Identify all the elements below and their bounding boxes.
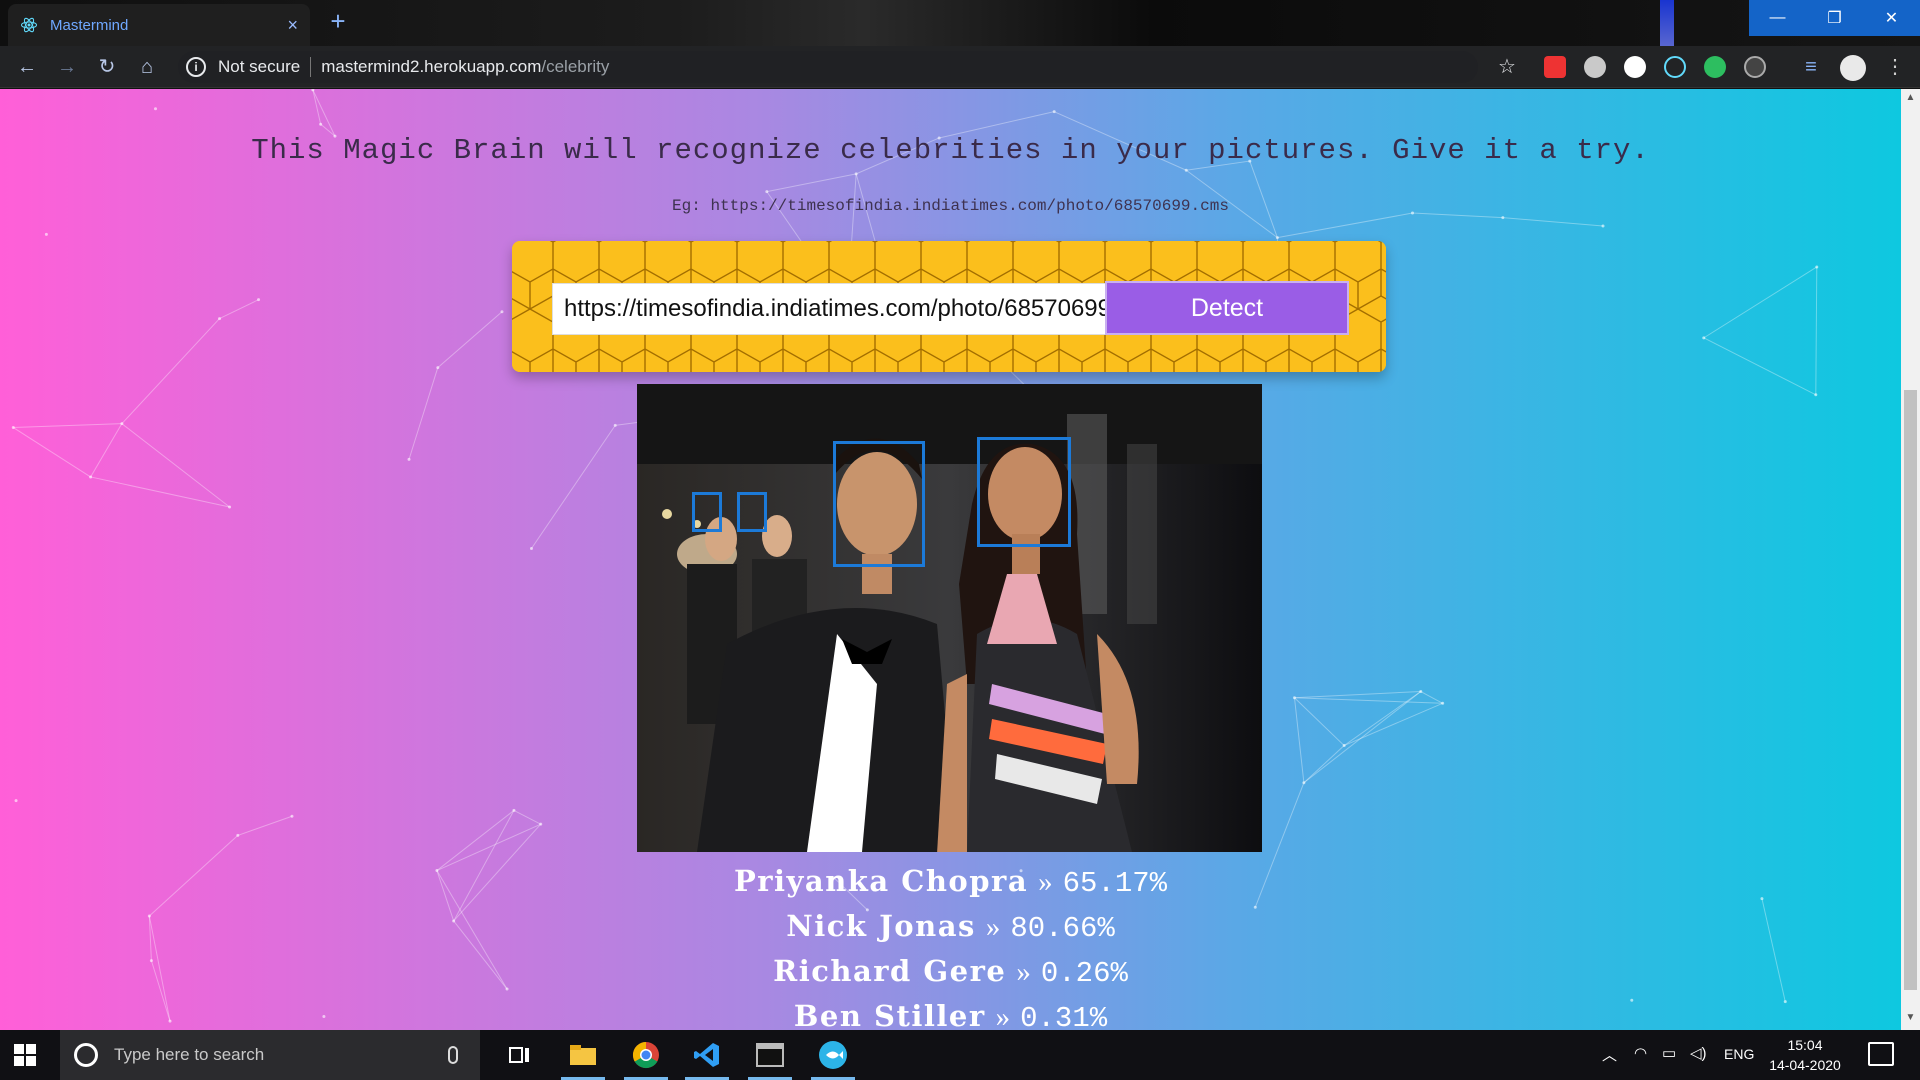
face-box-ben-stiller	[737, 492, 767, 532]
forward-arrow-icon[interactable]: →	[54, 54, 80, 80]
terminal-icon[interactable]	[744, 1030, 796, 1080]
home-icon[interactable]: ⌂	[134, 54, 160, 80]
security-label: Not secure	[218, 57, 301, 76]
pocket-extension-icon[interactable]	[1544, 56, 1566, 78]
windows-taskbar: Type here to search ︿ ◠ ▭ ◁) ENG 15:04 1…	[0, 1030, 1920, 1080]
titlebar-decoration	[1660, 0, 1674, 46]
microphone-icon[interactable]	[448, 1046, 458, 1064]
taskbar-clock[interactable]: 15:04 14-04-2020	[1750, 1035, 1860, 1075]
result-row: Ben Stiller » 0.31%	[0, 994, 1901, 1030]
celebrity-name: Richard Gere	[773, 954, 1007, 988]
taskbar-search-box[interactable]: Type here to search	[60, 1030, 480, 1080]
celebrity-name: Priyanka Chopra	[733, 864, 1029, 898]
browser-titlebar: Mastermind × + — ❐ ✕	[0, 0, 1920, 46]
recognition-results: Priyanka Chopra » 65.17% Nick Jonas » 80.66%…	[0, 859, 1901, 1030]
clock-date: 14-04-2020	[1769, 1057, 1841, 1073]
tab-close-icon[interactable]: ×	[287, 15, 298, 36]
result-row: Richard Gere » 0.26%	[0, 949, 1901, 994]
result-row: Priyanka Chopra » 65.17%	[0, 859, 1901, 904]
result-row: Nick Jonas » 80.66%	[0, 904, 1901, 949]
browser-tab[interactable]: Mastermind ×	[8, 4, 310, 46]
result-separator: »	[1038, 866, 1053, 898]
browser-toolbar: ← → ↻ ⌂ i Not secure mastermind2.herokua…	[0, 46, 1920, 88]
chrome-icon[interactable]	[620, 1030, 672, 1080]
page-content: This Magic Brain will recognize celebrit…	[0, 89, 1901, 1030]
scroll-up-arrow-icon[interactable]: ▲	[1904, 92, 1917, 103]
url-form-panel: Detect	[512, 241, 1386, 372]
battery-icon[interactable]: ▭	[1662, 1044, 1676, 1062]
window-minimize-button[interactable]: —	[1749, 0, 1806, 36]
taskbar-search-placeholder: Type here to search	[114, 1045, 265, 1064]
scroll-down-arrow-icon[interactable]: ▼	[1904, 1012, 1917, 1023]
vscode-icon[interactable]	[681, 1030, 733, 1080]
bookmark-star-icon[interactable]: ☆	[1494, 54, 1520, 80]
celebrity-photo	[637, 384, 1262, 852]
face-box-nick-jonas	[833, 441, 925, 567]
detect-button[interactable]: Detect	[1105, 281, 1349, 335]
result-separator: »	[985, 911, 1001, 943]
url-path: /celebrity	[541, 57, 610, 76]
windows-start-icon[interactable]	[14, 1044, 36, 1066]
info-icon[interactable]: i	[186, 57, 206, 77]
page-tagline: This Magic Brain will recognize celebrit…	[251, 134, 1650, 167]
window-restore-button[interactable]: ❐	[1806, 0, 1863, 36]
confidence-value: 0.31%	[1020, 1002, 1108, 1030]
image-url-input[interactable]	[552, 283, 1117, 335]
evernote-icon[interactable]	[1704, 56, 1726, 78]
url-host: mastermind2.herokuapp.com	[321, 57, 542, 76]
react-devtools-icon[interactable]	[1664, 56, 1686, 78]
block-extension-icon[interactable]	[1624, 56, 1646, 78]
file-explorer-icon[interactable]	[557, 1030, 609, 1080]
tab-title: Mastermind	[50, 16, 129, 34]
result-separator: »	[995, 1001, 1011, 1030]
reload-icon[interactable]: ↻	[94, 54, 120, 80]
scrollbar-thumb[interactable]	[1904, 390, 1917, 990]
task-view-icon[interactable]	[494, 1030, 546, 1080]
address-bar[interactable]: i Not secure mastermind2.herokuapp.com /…	[178, 51, 1478, 83]
result-separator: »	[1016, 956, 1031, 988]
dark-mode-icon[interactable]	[1744, 56, 1766, 78]
window-close-button[interactable]: ✕	[1863, 0, 1920, 36]
profile-avatar[interactable]	[1840, 55, 1866, 81]
extension-icon[interactable]	[1584, 56, 1606, 78]
react-icon	[20, 17, 38, 33]
example-url: Eg: https://timesofindia.indiatimes.com/…	[672, 197, 1229, 215]
confidence-value: 65.17%	[1062, 867, 1168, 900]
omnibox-divider	[310, 57, 312, 77]
photo-illustration	[637, 384, 1262, 852]
cortana-icon	[74, 1043, 98, 1067]
face-box-richard-gere	[692, 492, 722, 532]
browser-menu-icon[interactable]: ⋮	[1885, 54, 1905, 79]
clock-time: 15:04	[1787, 1037, 1823, 1053]
confidence-value: 0.26%	[1040, 957, 1128, 990]
app-fish-icon[interactable]	[807, 1030, 859, 1080]
volume-icon[interactable]: ◁)	[1690, 1044, 1707, 1062]
notification-center-icon[interactable]	[1868, 1042, 1894, 1066]
back-arrow-icon[interactable]: ←	[14, 54, 40, 80]
reading-list-icon[interactable]: ≡	[1798, 54, 1824, 80]
new-tab-button[interactable]: +	[322, 6, 354, 38]
confidence-value: 80.66%	[1010, 912, 1115, 945]
wifi-icon[interactable]: ◠	[1634, 1044, 1647, 1062]
tray-expand-icon[interactable]: ︿	[1602, 1044, 1617, 1065]
face-box-priyanka-chopra	[977, 437, 1071, 547]
celebrity-name: Ben Stiller	[793, 999, 986, 1030]
celebrity-name: Nick Jonas	[786, 909, 976, 943]
